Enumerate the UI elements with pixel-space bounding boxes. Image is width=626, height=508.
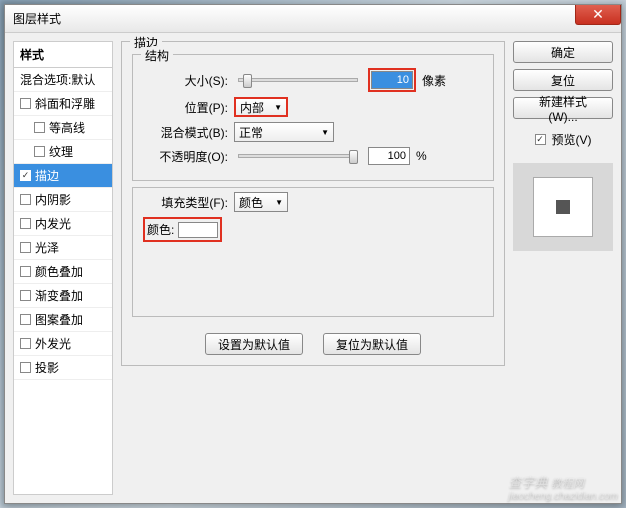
checkbox[interactable] [20,194,31,205]
new-style-button[interactable]: 新建样式(W)... [513,97,613,119]
chevron-down-icon: ▼ [274,103,282,112]
window-title: 图层样式 [13,10,61,27]
close-icon: ✕ [592,6,604,23]
opacity-slider[interactable] [238,154,358,158]
preview-box [513,163,613,251]
sidebar-item[interactable]: 内阴影 [14,188,112,212]
sidebar-item[interactable]: 描边 [14,164,112,188]
checkbox[interactable] [20,338,31,349]
sidebar-item[interactable]: 颜色叠加 [14,260,112,284]
set-default-button[interactable]: 设置为默认值 [205,333,303,355]
titlebar: 图层样式 ✕ [5,5,621,33]
styles-sidebar: 样式 混合选项:默认 斜面和浮雕等高线纹理描边内阴影内发光光泽颜色叠加渐变叠加图… [13,41,113,495]
sidebar-item-label: 图案叠加 [35,311,83,328]
checkbox[interactable] [20,290,31,301]
sidebar-blend-default[interactable]: 混合选项:默认 [14,68,112,92]
sidebar-item-label: 内发光 [35,215,71,232]
blendmode-label: 混合模式(B): [143,124,228,141]
checkbox[interactable] [20,314,31,325]
blendmode-select[interactable]: 正常 ▼ [234,122,334,142]
chevron-down-icon: ▼ [275,198,283,207]
sidebar-item-label: 光泽 [35,239,59,256]
preview-checkbox[interactable] [535,134,546,145]
sidebar-item-label: 描边 [35,167,59,184]
sidebar-item[interactable]: 外发光 [14,332,112,356]
size-input[interactable] [371,71,413,89]
sidebar-item-label: 外发光 [35,335,71,352]
chevron-down-icon: ▼ [321,128,329,137]
checkbox[interactable] [20,170,31,181]
layer-style-dialog: 图层样式 ✕ 样式 混合选项:默认 斜面和浮雕等高线纹理描边内阴影内发光光泽颜色… [4,4,622,504]
sidebar-item[interactable]: 等高线 [14,116,112,140]
ok-button[interactable]: 确定 [513,41,613,63]
checkbox[interactable] [20,266,31,277]
size-label: 大小(S): [143,72,228,89]
sidebar-item[interactable]: 斜面和浮雕 [14,92,112,116]
checkbox[interactable] [20,362,31,373]
stroke-group: 描边 结构 大小(S): 像素 位置(P): [121,41,505,366]
checkbox[interactable] [20,98,31,109]
sidebar-item-label: 斜面和浮雕 [35,95,95,112]
opacity-unit: % [416,149,427,163]
filltype-label: 填充类型(F): [143,194,228,211]
sidebar-item-label: 纹理 [49,143,73,160]
reset-default-button[interactable]: 复位为默认值 [323,333,421,355]
size-slider[interactable] [238,78,358,82]
cancel-button[interactable]: 复位 [513,69,613,91]
position-label: 位置(P): [143,99,228,116]
checkbox[interactable] [34,146,45,157]
opacity-input[interactable] [368,147,410,165]
checkbox[interactable] [34,122,45,133]
preview-label: 预览(V) [552,131,592,148]
color-label: 颜色: [147,221,174,238]
sidebar-header: 样式 [14,42,112,68]
size-unit: 像素 [422,72,446,89]
close-button[interactable]: ✕ [575,5,621,25]
opacity-label: 不透明度(O): [143,148,228,165]
sidebar-item-label: 颜色叠加 [35,263,83,280]
struct-legend: 结构 [141,47,173,64]
color-swatch[interactable] [178,222,218,238]
main-panel: 描边 结构 大小(S): 像素 位置(P): [121,41,505,495]
sidebar-item-label: 渐变叠加 [35,287,83,304]
sidebar-item[interactable]: 渐变叠加 [14,284,112,308]
position-select[interactable]: 内部 ▼ [234,97,288,117]
sidebar-item[interactable]: 光泽 [14,236,112,260]
sidebar-item[interactable]: 图案叠加 [14,308,112,332]
sidebar-item[interactable]: 内发光 [14,212,112,236]
right-panel: 确定 复位 新建样式(W)... 预览(V) [513,41,613,495]
sidebar-item-label: 内阴影 [35,191,71,208]
sidebar-item-label: 等高线 [49,119,85,136]
filltype-select[interactable]: 颜色 ▼ [234,192,288,212]
checkbox[interactable] [20,218,31,229]
checkbox[interactable] [20,242,31,253]
sidebar-item-label: 投影 [35,359,59,376]
sidebar-item[interactable]: 纹理 [14,140,112,164]
preview-swatch [556,200,570,214]
sidebar-item[interactable]: 投影 [14,356,112,380]
